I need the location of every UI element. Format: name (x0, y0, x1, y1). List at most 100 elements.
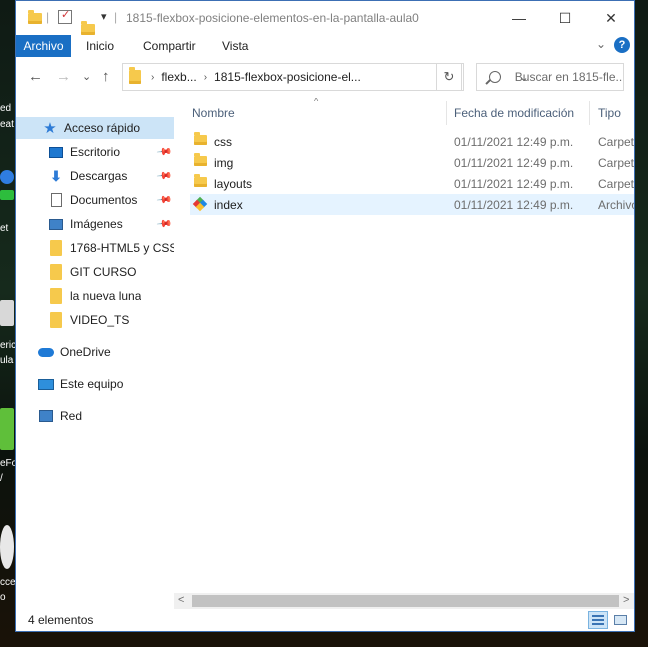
column-divider[interactable] (589, 101, 590, 125)
search-icon (489, 71, 501, 83)
desktop-shortcut-icon[interactable] (0, 300, 14, 326)
horizontal-scrollbar[interactable]: < > (174, 593, 634, 609)
sidebar-item-label: 1768-HTML5 y CSS3 (70, 241, 174, 255)
desktop-icon-label: et (0, 223, 9, 234)
column-header-date[interactable]: Fecha de modificación (454, 106, 574, 120)
scrollbar-thumb[interactable] (192, 595, 619, 607)
file-row[interactable]: layouts 01/11/2021 12:49 p.m. Carpeta (190, 173, 634, 194)
folder-icon (48, 240, 64, 256)
file-name: index (214, 197, 243, 212)
pin-icon: 📌 (155, 143, 173, 161)
sidebar-item-folder[interactable]: VIDEO_TS (16, 309, 174, 331)
large-icons-view-icon (613, 615, 627, 625)
ribbon-tabs: Archivo Inicio Compartir Vista ⌄ ? (16, 35, 634, 57)
file-row[interactable]: img 01/11/2021 12:49 p.m. Carpeta (190, 152, 634, 173)
sidebar-item-label: Este equipo (60, 377, 124, 391)
maximize-button[interactable]: ☐ (542, 1, 588, 35)
large-icons-view-button[interactable] (610, 611, 630, 629)
html-file-icon (192, 196, 208, 212)
sidebar-item-label: Escritorio (70, 145, 121, 159)
file-name: layouts (214, 176, 253, 191)
address-bar[interactable]: › flexb... › 1815-flexbox-posicione-el..… (122, 63, 529, 91)
file-explorer-window: | ✓ ▾ | 1815-flexbox-posicione-elementos… (15, 0, 635, 632)
network-icon (38, 409, 54, 423)
folder-icon (194, 132, 207, 145)
column-divider[interactable] (446, 101, 447, 125)
sidebar-item-quick-access[interactable]: ★ Acceso rápido (16, 117, 174, 139)
back-button[interactable]: ← (28, 68, 43, 85)
file-name: css (214, 134, 232, 149)
file-list: ^ Nombre Fecha de modificación Tipo css … (174, 98, 634, 595)
help-icon[interactable]: ? (614, 37, 630, 53)
desktop-icon-label: ula (0, 355, 14, 366)
sidebar-item-onedrive[interactable]: OneDrive (16, 341, 174, 363)
file-date: 01/11/2021 12:49 p.m. (454, 155, 574, 170)
refresh-button[interactable]: ↻ (436, 63, 462, 91)
title-bar[interactable]: | ✓ ▾ | 1815-flexbox-posicione-elementos… (16, 1, 634, 35)
scroll-left-button[interactable]: < (178, 594, 184, 606)
pin-icon: 📌 (155, 191, 173, 209)
desktop-icon-label: cce (0, 577, 15, 588)
window-title: 1815-flexbox-posicione-elementos-en-la-p… (126, 11, 419, 25)
pictures-icon (48, 217, 64, 231)
tab-view[interactable]: Vista (222, 39, 248, 53)
details-view-button[interactable] (588, 611, 608, 629)
onedrive-icon (38, 345, 54, 359)
up-button[interactable]: ↑ (102, 68, 110, 85)
desktop-shortcut-icon[interactable] (0, 190, 14, 200)
new-folder-icon[interactable] (81, 21, 95, 35)
pin-icon: 📌 (155, 167, 173, 185)
customize-quick-access-button[interactable]: ▾ (101, 10, 107, 23)
sidebar-item-label: Acceso rápido (64, 121, 141, 135)
minimize-button[interactable]: — (496, 1, 542, 35)
properties-icon[interactable]: ✓ (58, 9, 72, 24)
desktop-shortcut-icon[interactable] (0, 170, 14, 184)
expand-ribbon-icon[interactable]: ⌄ (596, 37, 606, 51)
sidebar-item-network[interactable]: Red (16, 405, 174, 427)
pin-icon: 📌 (155, 215, 173, 233)
desktop-shortcut-icon[interactable] (0, 525, 14, 569)
file-row[interactable]: css 01/11/2021 12:49 p.m. Carpeta (190, 131, 634, 152)
quick-access-separator: | (46, 10, 50, 24)
tab-share[interactable]: Compartir (143, 39, 196, 53)
breadcrumb-separator: › (151, 71, 155, 83)
tab-file[interactable]: Archivo (16, 35, 71, 57)
desktop-icon-label: eric (0, 340, 15, 351)
sidebar-item-label: Red (60, 409, 83, 423)
breadcrumb-separator[interactable]: › (204, 72, 207, 83)
sidebar-item-folder[interactable]: GIT CURSO (16, 261, 174, 283)
sidebar-item-folder[interactable]: 1768-HTML5 y CSS3 (16, 237, 174, 259)
sidebar-item-label: Imágenes (70, 217, 123, 231)
tab-home[interactable]: Inicio (86, 39, 114, 53)
navigation-bar: ← → ⌄ ↑ › flexb... › 1815-flexbox-posici… (16, 58, 634, 99)
desktop-icon-label: / (0, 473, 3, 484)
folder-icon (48, 312, 64, 328)
sort-ascending-icon: ^ (314, 98, 319, 106)
scroll-right-button[interactable]: > (623, 594, 629, 606)
sidebar-item-documents[interactable]: Documentos 📌 (16, 189, 174, 211)
forward-button[interactable]: → (56, 68, 71, 85)
folder-icon (129, 67, 141, 84)
sidebar-item-pictures[interactable]: Imágenes 📌 (16, 213, 174, 235)
sidebar-item-this-pc[interactable]: Este equipo (16, 373, 174, 395)
file-name: img (214, 155, 234, 170)
column-header-type[interactable]: Tipo (598, 106, 621, 120)
file-row[interactable]: index 01/11/2021 12:49 p.m. Archivo (190, 194, 634, 215)
close-button[interactable]: ✕ (588, 1, 634, 35)
folder-icon (48, 264, 64, 280)
search-placeholder: Buscar en 1815-fle... (514, 70, 623, 84)
column-header-name[interactable]: Nombre (192, 106, 235, 120)
breadcrumb-item[interactable]: flexb... (161, 70, 196, 84)
search-input[interactable]: Buscar en 1815-fle... (476, 63, 624, 91)
sidebar-item-downloads[interactable]: ⬇ Descargas 📌 (16, 165, 174, 187)
documents-icon (48, 193, 64, 207)
breadcrumb-item[interactable]: 1815-flexbox-posicione-el... (214, 70, 361, 84)
desktop-icon-label: ed (0, 103, 12, 114)
sidebar-item-label: Descargas (70, 169, 128, 183)
status-bar: 4 elementos (16, 609, 634, 631)
recent-locations-button[interactable]: ⌄ (82, 70, 91, 83)
desktop-shortcut-icon[interactable] (0, 408, 14, 450)
sidebar-item-desktop[interactable]: Escritorio 📌 (16, 141, 174, 163)
sidebar-item-folder[interactable]: la nueva luna (16, 285, 174, 307)
file-type: Carpeta (598, 176, 634, 191)
